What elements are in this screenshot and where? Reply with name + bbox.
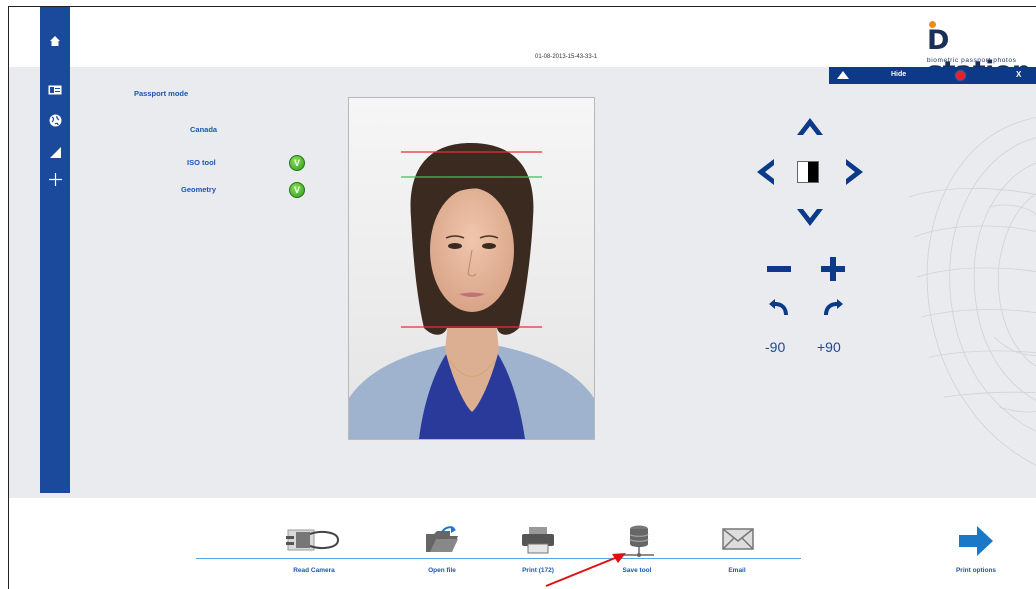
rotate-minus-90-button[interactable]: -90 <box>765 339 785 355</box>
email-envelope-icon[interactable] <box>722 528 754 550</box>
camera-topbar: Hide X <box>829 67 1036 84</box>
left-sidebar <box>40 7 70 493</box>
app-window: 01-08-2013-15-43-33-1 D station biometri… <box>8 6 1036 589</box>
move-up-arrow-icon[interactable] <box>795 115 825 137</box>
geometry-label: Geometry <box>181 185 217 194</box>
sidebar-item-id-card[interactable] <box>40 80 70 100</box>
iso-tool-label: ISO tool <box>187 158 216 167</box>
passport-photo[interactable] <box>348 97 595 440</box>
collapse-up-icon[interactable] <box>837 71 849 79</box>
sidebar-item-home[interactable] <box>40 31 70 51</box>
rotate-left-icon[interactable] <box>767 295 791 319</box>
open-file-label[interactable]: Open file <box>402 567 482 574</box>
id-card-icon <box>48 85 62 95</box>
capture-timestamp: 01-08-2013-15-43-33-1 <box>535 54 598 60</box>
idstation-logo: D station biometric passport photos <box>915 21 1036 87</box>
sidebar-item-geometry[interactable] <box>40 142 70 162</box>
zoom-in-icon[interactable] <box>819 255 847 283</box>
toolbar-divider <box>196 558 801 559</box>
contrast-toggle-icon[interactable] <box>797 161 819 183</box>
email-label[interactable]: Email <box>697 567 777 574</box>
home-icon <box>50 36 60 46</box>
iso-tool-check-icon[interactable]: V <box>289 155 305 171</box>
logo-tagline: biometric passport photos <box>927 57 1017 64</box>
annotation-arrow-icon <box>545 553 626 587</box>
wireframe-face-graphic <box>908 117 1036 466</box>
crosshair-icon <box>48 172 62 186</box>
hide-button[interactable]: Hide <box>891 71 906 78</box>
mode-label: Passport mode <box>134 89 189 98</box>
rotate-right-icon[interactable] <box>821 295 845 319</box>
header-bar: 01-08-2013-15-43-33-1 D station biometri… <box>9 7 1036 87</box>
geometry-check-icon[interactable]: V <box>289 182 305 198</box>
camera-cable-icon[interactable] <box>284 526 344 554</box>
move-down-arrow-icon[interactable] <box>795 207 825 229</box>
sidebar-item-crosshair[interactable] <box>40 169 70 189</box>
portrait-image <box>349 98 594 439</box>
sidebar-item-country[interactable] <box>40 110 70 130</box>
read-camera-label[interactable]: Read Camera <box>274 567 354 574</box>
globe-icon <box>49 114 61 126</box>
open-folder-icon[interactable] <box>424 526 460 554</box>
print-options-label[interactable]: Print options <box>936 567 1016 574</box>
rotate-plus-90-button[interactable]: +90 <box>817 339 841 355</box>
close-button[interactable]: X <box>1016 70 1021 79</box>
ruler-triangle-icon <box>49 146 61 158</box>
workspace: Hide X Passport mode Canada ISO tool V G… <box>9 67 1036 498</box>
move-right-arrow-icon[interactable] <box>844 157 866 187</box>
record-indicator-icon <box>956 71 965 80</box>
zoom-out-icon[interactable] <box>765 255 793 283</box>
move-left-arrow-icon[interactable] <box>754 157 776 187</box>
next-arrow-icon[interactable] <box>957 524 995 558</box>
country-label: Canada <box>190 125 218 134</box>
